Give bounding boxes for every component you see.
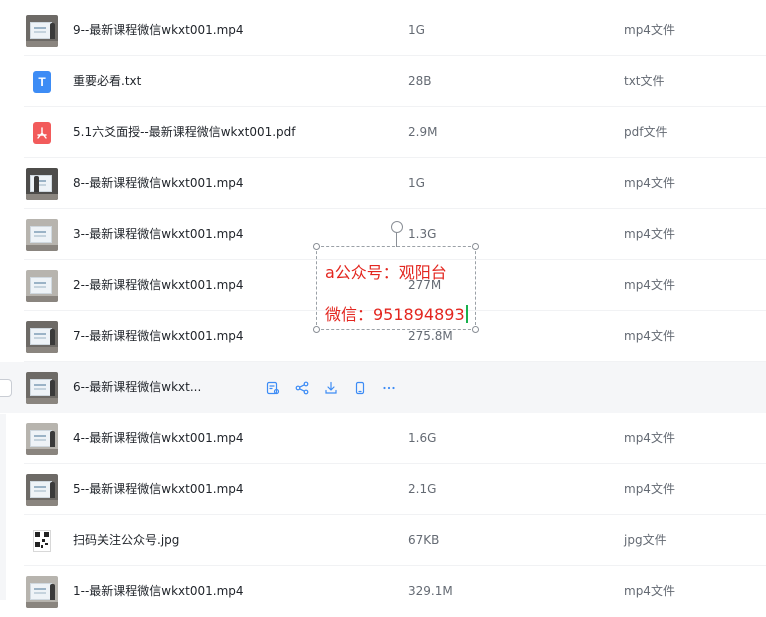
file-row[interactable]: 9--最新课程微信wkxt001.mp4 1G mp4文件	[0, 5, 766, 56]
file-row[interactable]: 扫码关注公众号.jpg 67KB jpg文件	[0, 515, 766, 566]
file-row[interactable]: 5--最新课程微信wkxt001.mp4 2.1G mp4文件	[0, 464, 766, 515]
file-size: 1G	[408, 176, 425, 190]
file-name[interactable]: 重要必看.txt	[73, 56, 141, 107]
annotation-text-box[interactable]: a公众号：观阳台 微信：951894893	[313, 221, 479, 333]
rotate-connector	[396, 232, 397, 247]
file-name[interactable]: 2--最新课程微信wkxt001.mp4	[73, 260, 244, 311]
text-caret	[465, 305, 468, 323]
video-thumbnail	[26, 371, 58, 404]
file-name[interactable]: 9--最新课程微信wkxt001.mp4	[73, 5, 244, 56]
txt-file-icon: T	[33, 70, 51, 93]
video-thumbnail	[26, 269, 58, 302]
file-size: 28B	[408, 74, 432, 88]
file-row[interactable]: 8--最新课程微信wkxt001.mp4 1G mp4文件	[0, 158, 766, 209]
file-type: mp4文件	[624, 431, 675, 445]
file-type: pdf文件	[624, 125, 668, 139]
pdf-file-icon	[33, 121, 51, 144]
file-type: mp4文件	[624, 584, 675, 598]
file-name[interactable]: 3--最新课程微信wkxt001.mp4	[73, 209, 244, 260]
file-name[interactable]: 5--最新课程微信wkxt001.mp4	[73, 464, 244, 515]
file-name[interactable]: 4--最新课程微信wkxt001.mp4	[73, 413, 244, 464]
file-name[interactable]: 5.1六爻面授--最新课程微信wkxt001.pdf	[73, 107, 296, 158]
file-type: jpg文件	[624, 533, 667, 547]
pdf-glyph-icon	[37, 126, 47, 139]
resize-handle-top-right[interactable]	[472, 243, 479, 250]
file-size: 2.1G	[408, 482, 437, 496]
file-name[interactable]: 8--最新课程微信wkxt001.mp4	[73, 158, 244, 209]
file-row[interactable]: 5.1六爻面授--最新课程微信wkxt001.pdf 2.9M pdf文件	[0, 107, 766, 158]
file-type: mp4文件	[624, 227, 675, 241]
video-thumbnail	[26, 575, 58, 608]
file-row[interactable]: 1--最新课程微信wkxt001.mp4 329.1M mp4文件	[0, 566, 766, 617]
video-thumbnail	[26, 473, 58, 506]
file-type: mp4文件	[624, 278, 675, 292]
file-size: 1.6G	[408, 431, 437, 445]
file-name[interactable]: 1--最新课程微信wkxt001.mp4	[73, 566, 244, 617]
file-size: 2.9M	[408, 125, 438, 139]
file-row-hovered[interactable]: 6--最新课程微信wkxt...	[0, 362, 766, 413]
file-type: mp4文件	[624, 482, 675, 496]
image-text-icon[interactable]	[264, 379, 282, 397]
file-row[interactable]: T 重要必看.txt 28B txt文件	[0, 56, 766, 107]
share-icon[interactable]	[293, 379, 311, 397]
annotation-line-1[interactable]: a公众号：观阳台	[325, 259, 447, 283]
video-thumbnail	[26, 218, 58, 251]
file-size: 329.1M	[408, 584, 453, 598]
file-type: mp4文件	[624, 176, 675, 190]
qr-code-thumbnail	[33, 529, 51, 552]
file-name[interactable]: 扫码关注公众号.jpg	[73, 515, 179, 566]
file-size: 1G	[408, 23, 425, 37]
annotation-line-2[interactable]: 微信：951894893	[325, 301, 468, 325]
download-icon[interactable]	[322, 379, 340, 397]
file-type: txt文件	[624, 74, 665, 88]
file-type: mp4文件	[624, 23, 675, 37]
file-row[interactable]: 4--最新课程微信wkxt001.mp4 1.6G mp4文件	[0, 413, 766, 464]
phone-icon[interactable]	[351, 379, 369, 397]
video-thumbnail	[26, 422, 58, 455]
video-thumbnail	[26, 167, 58, 200]
video-thumbnail	[26, 320, 58, 353]
resize-handle-top-left[interactable]	[313, 243, 320, 250]
file-type: mp4文件	[624, 329, 675, 343]
row-actions	[264, 362, 398, 413]
annotation-line-2-text: 微信：951894893	[325, 305, 465, 324]
file-name[interactable]: 6--最新课程微信wkxt...	[73, 362, 201, 413]
resize-handle-bottom-left[interactable]	[313, 326, 320, 333]
more-icon[interactable]	[380, 379, 398, 397]
file-name[interactable]: 7--最新课程微信wkxt001.mp4	[73, 311, 244, 362]
row-checkbox[interactable]	[0, 378, 12, 397]
video-thumbnail	[26, 14, 58, 47]
resize-handle-bottom-right[interactable]	[472, 326, 479, 333]
file-size: 67KB	[408, 533, 440, 547]
rotate-handle[interactable]	[391, 221, 403, 233]
